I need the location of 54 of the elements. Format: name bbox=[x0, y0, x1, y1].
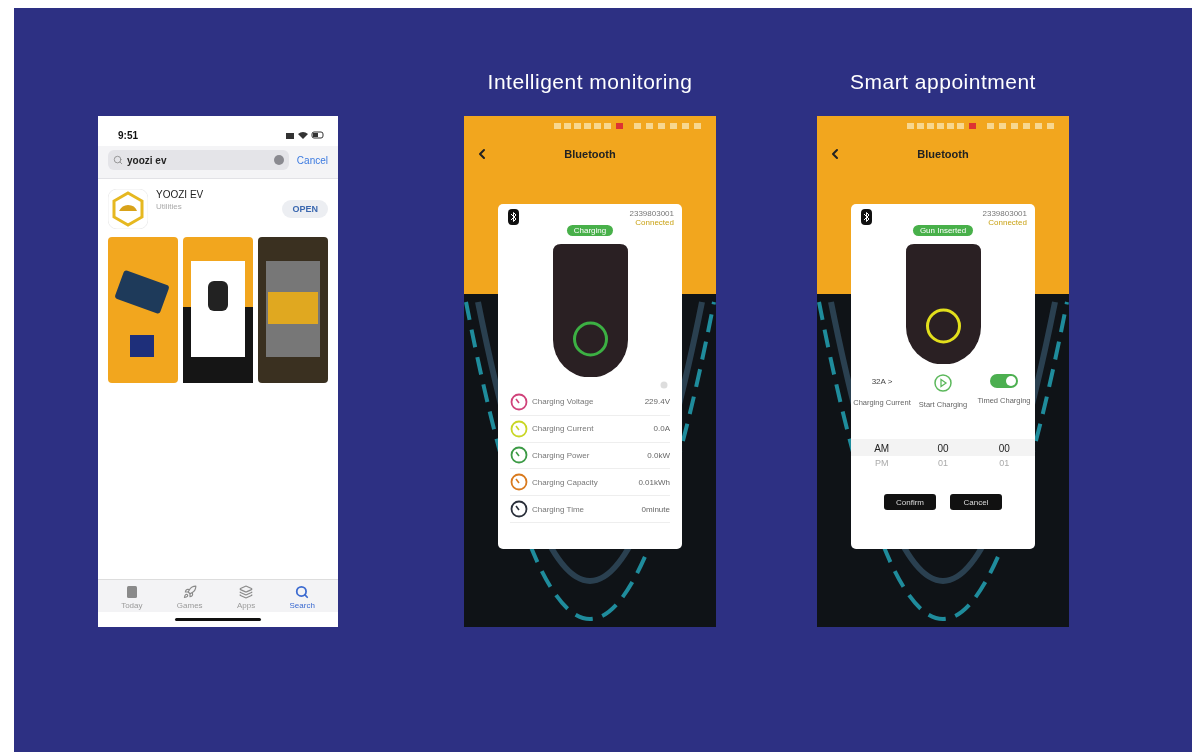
tab-label: Today bbox=[121, 601, 143, 610]
status-time: 9:51 bbox=[118, 129, 138, 141]
status-pill: Gun Inserted bbox=[912, 225, 974, 236]
screen-title: Bluetooth bbox=[563, 148, 617, 160]
app-name: YOOZI EV bbox=[156, 189, 205, 200]
rocket-icon bbox=[182, 585, 197, 599]
tab-label: Search bbox=[289, 601, 315, 610]
reading-value: 0minute bbox=[641, 504, 670, 514]
dialog-button[interactable]: Confirm bbox=[884, 494, 936, 510]
clear-icon[interactable] bbox=[273, 155, 284, 165]
serial-number: 2339803001 bbox=[629, 209, 674, 218]
layers-icon bbox=[239, 585, 254, 599]
reading-label: Charging Current bbox=[532, 424, 595, 434]
reading-value: 229.4V bbox=[644, 397, 670, 407]
reading-label: Charging Power bbox=[532, 451, 591, 460]
tab-item[interactable]: Games bbox=[176, 585, 203, 610]
picker-option[interactable]: 00 bbox=[937, 443, 949, 454]
reading-value: 0.0kW bbox=[647, 451, 670, 460]
screen-title: Bluetooth bbox=[916, 148, 970, 160]
cancel-link[interactable]: Cancel bbox=[296, 154, 328, 166]
reading-label: Charging Time bbox=[532, 504, 586, 514]
tab-label: Apps bbox=[236, 601, 256, 610]
screen-caption: Intelligent monitoring bbox=[487, 70, 693, 94]
app-category: Utilities bbox=[156, 202, 183, 211]
search-field[interactable]: yoozi ev bbox=[108, 150, 289, 170]
reading-label: Charging Voltage bbox=[532, 397, 595, 407]
connection-status: Connected bbox=[635, 218, 674, 227]
serial-number: 2339803001 bbox=[982, 209, 1027, 218]
tab-item[interactable]: Search bbox=[289, 585, 315, 610]
bluetooth-icon bbox=[508, 209, 519, 225]
tab-item[interactable]: Apps bbox=[236, 585, 256, 610]
tab-item[interactable]: Today bbox=[121, 585, 143, 610]
small-circle-icon bbox=[660, 381, 668, 389]
search-value: yoozi ev bbox=[127, 154, 167, 166]
tab-label: Games bbox=[176, 601, 203, 610]
status-pill: Charging bbox=[566, 225, 614, 236]
reading-value: 0.0A bbox=[653, 424, 670, 434]
picker-option[interactable]: 00 bbox=[998, 443, 1010, 454]
screen-caption: Smart appointment bbox=[850, 70, 1036, 94]
current-selector[interactable]: 32A > bbox=[871, 374, 893, 390]
play-icon[interactable] bbox=[934, 374, 952, 392]
bluetooth-icon bbox=[861, 209, 872, 225]
search-icon bbox=[113, 155, 123, 165]
today-icon bbox=[125, 585, 138, 599]
reading-label: Charging Capacity bbox=[532, 477, 599, 487]
status-icons-drawing bbox=[286, 131, 324, 139]
search-icon bbox=[295, 585, 310, 599]
app-icon bbox=[108, 189, 148, 229]
connection-status: Connected bbox=[988, 218, 1027, 227]
toggle-switch[interactable] bbox=[990, 374, 1018, 388]
open-button[interactable]: OPEN bbox=[282, 200, 328, 218]
reading-value: 0.01kWh bbox=[638, 477, 670, 487]
picker-option[interactable]: AM bbox=[874, 443, 890, 454]
dialog-button[interactable]: Cancel bbox=[950, 494, 1002, 510]
